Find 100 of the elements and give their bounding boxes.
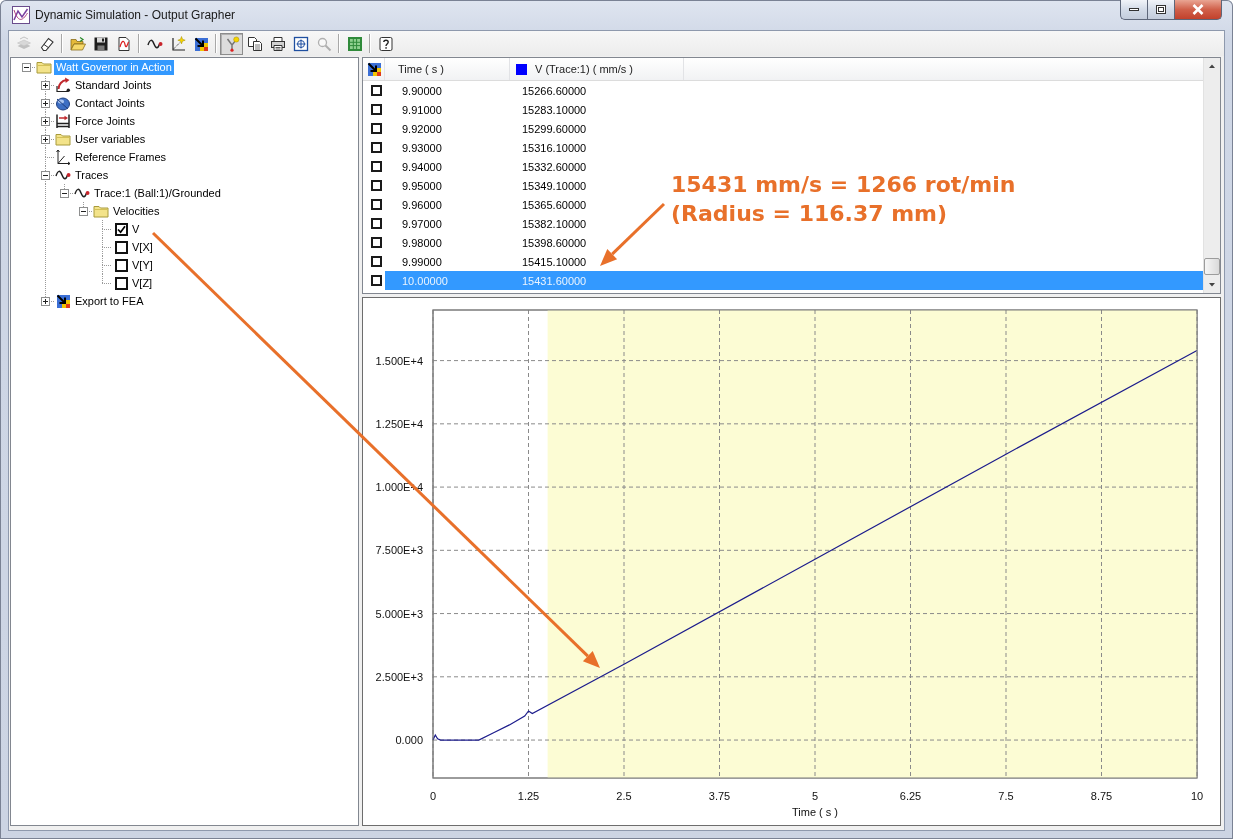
tree-item[interactable]: Standard Joints xyxy=(73,77,154,93)
x-tick-label: 2.5 xyxy=(616,790,632,802)
expand-icon[interactable] xyxy=(41,98,50,108)
folder-icon xyxy=(36,59,52,75)
table-row[interactable]: 9.90000 15266.60000 xyxy=(385,81,660,100)
checkbox[interactable] xyxy=(371,161,382,172)
table-cell-text: 9.99000 xyxy=(401,255,443,268)
close-icon xyxy=(1192,4,1204,15)
callout-text: (Radius = 116.37 mm) xyxy=(671,200,948,228)
tree-item[interactable]: Force Joints xyxy=(73,113,137,129)
table-row[interactable]: 9.97000 15382.10000 xyxy=(385,214,660,233)
x-tick-label: 5 xyxy=(811,790,819,802)
expand-icon[interactable] xyxy=(41,134,50,144)
bracket-arrow-icon xyxy=(55,113,71,129)
chart-icon xyxy=(12,6,30,24)
tree-item[interactable]: V xyxy=(130,221,142,237)
close-button[interactable] xyxy=(1174,0,1222,20)
collapse-icon[interactable] xyxy=(60,188,69,198)
collapse-icon[interactable] xyxy=(79,206,88,216)
layers-icon xyxy=(15,35,32,52)
tree-item[interactable]: Traces xyxy=(73,167,111,183)
table-cell-text: 9.90000 xyxy=(401,84,443,97)
tree-item[interactable]: User variables xyxy=(73,131,148,147)
checkbox[interactable] xyxy=(115,258,128,272)
minimize-button[interactable] xyxy=(1120,0,1147,20)
y-tick-label: 1.250E+4 xyxy=(375,417,423,430)
help-icon xyxy=(377,35,394,52)
y-tick-label: 5.000E+3 xyxy=(375,607,423,620)
scroll-thumb[interactable] xyxy=(1204,258,1220,275)
grid-icon xyxy=(346,35,363,52)
tree-item[interactable]: V[Z] xyxy=(130,275,155,291)
x-axis-title: Time ( s ) xyxy=(792,806,838,818)
table-cell-text: 15365.60000 xyxy=(521,198,588,211)
checkbox[interactable] xyxy=(371,237,382,248)
checkbox[interactable] xyxy=(371,180,382,191)
maximize-icon xyxy=(1156,5,1166,14)
table-row[interactable]: 9.99000 15415.10000 xyxy=(385,252,660,271)
expand-icon[interactable] xyxy=(41,80,50,90)
checkbox[interactable] xyxy=(371,104,382,115)
table-cell-text: 15431.60000 xyxy=(521,274,588,287)
y-tick-label: 2.500E+3 xyxy=(375,670,423,683)
collapse-icon[interactable] xyxy=(41,170,50,180)
x-tick-label: 8.75 xyxy=(1090,790,1113,802)
maximize-button[interactable] xyxy=(1147,0,1174,20)
window-title: Dynamic Simulation - Output Grapher xyxy=(35,8,236,22)
page-curve-icon xyxy=(115,35,132,52)
checkbox[interactable] xyxy=(371,123,382,134)
tree-item[interactable]: Contact Joints xyxy=(73,95,147,111)
printer-icon xyxy=(269,35,286,52)
x-tick-label: 1.25 xyxy=(517,790,540,802)
checkbox[interactable] xyxy=(371,85,382,96)
checkbox[interactable] xyxy=(371,275,382,286)
tree-item[interactable]: Export to FEA xyxy=(73,293,146,309)
expand-icon[interactable] xyxy=(41,116,50,126)
checkbox[interactable] xyxy=(371,142,382,153)
tree-item[interactable]: V[X] xyxy=(130,239,155,255)
callout-text: 15431 mm/s = 1266 rot/min xyxy=(671,171,1016,199)
table-cell-text: 9.94000 xyxy=(401,160,443,173)
expand-icon[interactable] xyxy=(41,296,50,306)
x-tick-label: 6.25 xyxy=(899,790,922,802)
checkbox[interactable] xyxy=(371,199,382,210)
table-cell-text: 15398.60000 xyxy=(521,236,588,249)
table-row[interactable]: 9.92000 15299.60000 xyxy=(385,119,660,138)
curved-arrow-icon xyxy=(55,77,71,93)
column-title[interactable]: V (Trace:1) ( mm/s ) xyxy=(535,63,633,75)
checkbox[interactable] xyxy=(115,240,128,254)
checkbox[interactable] xyxy=(371,256,382,267)
table-row[interactable]: 9.94000 15332.60000 xyxy=(385,157,660,176)
checkbox[interactable] xyxy=(115,276,128,290)
scrollbar[interactable] xyxy=(1203,58,1220,293)
y-tick-label: 7.500E+3 xyxy=(375,544,423,557)
tree-item[interactable]: Reference Frames xyxy=(73,149,169,165)
table-row[interactable]: 9.91000 15283.10000 xyxy=(385,100,660,119)
folder-open-icon xyxy=(69,35,86,52)
table-row[interactable]: 9.95000 15349.10000 xyxy=(385,176,660,195)
collapse-icon[interactable] xyxy=(22,62,31,72)
minimize-icon xyxy=(1129,8,1139,11)
table-row[interactable]: 9.98000 15398.60000 xyxy=(385,233,660,252)
table-cell-text: 15266.60000 xyxy=(521,84,588,97)
checkbox[interactable] xyxy=(371,218,382,229)
x-tick-label: 3.75 xyxy=(708,790,731,802)
x-tick-label: 7.5 xyxy=(998,790,1014,802)
eraser-icon xyxy=(38,35,55,52)
table-row[interactable]: 9.96000 15365.60000 xyxy=(385,195,660,214)
table-cell-text: 15283.10000 xyxy=(521,103,588,116)
folder-icon xyxy=(93,203,109,219)
tree-item[interactable]: Trace:1 (Ball:1)/Grounded xyxy=(92,185,223,201)
column-title[interactable]: Time ( s ) xyxy=(398,63,445,75)
tree-item[interactable]: Velocities xyxy=(111,203,162,219)
magnifier-icon xyxy=(315,35,332,52)
table-row[interactable]: 9.93000 15316.10000 xyxy=(385,138,660,157)
sphere-icon xyxy=(55,95,71,111)
table-cell-text: 15316.10000 xyxy=(521,141,588,154)
table-cell-text: 15332.60000 xyxy=(521,160,588,173)
table-cell-text: 9.96000 xyxy=(401,198,443,211)
tree-item[interactable]: V[Y] xyxy=(130,257,155,273)
table-cell-text: 9.91000 xyxy=(401,103,443,116)
table-cell-text: 15382.10000 xyxy=(521,217,588,230)
x-tick-label: 10 xyxy=(1190,790,1204,802)
checkbox[interactable] xyxy=(115,222,128,236)
